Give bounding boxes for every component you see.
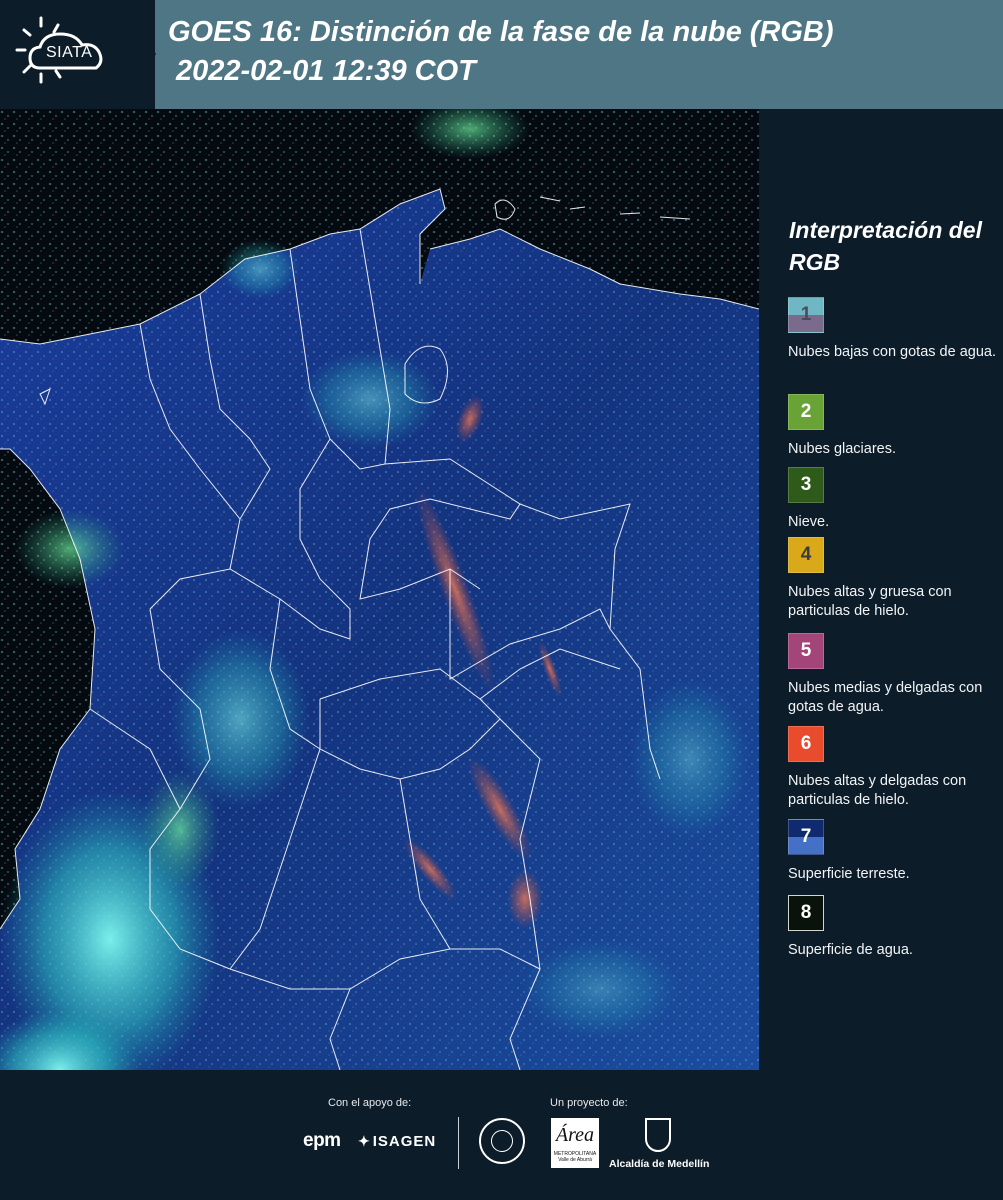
satellite-map[interactable] xyxy=(0,109,759,1070)
legend-desc-4: Nubes altas y gruesa con particulas de h… xyxy=(788,584,952,619)
siata-logo[interactable]: SIATA xyxy=(0,0,156,109)
legend-item-8: 8 Superficie de agua. xyxy=(788,895,1000,960)
footer-bar: Con el apoyo de: Un proyecto de: epm ✦ IS… xyxy=(0,1070,1003,1200)
legend-swatch-1: 1 xyxy=(788,297,824,333)
alcaldia-label: Alcaldía de Medellín xyxy=(609,1158,710,1170)
legend-desc-2: Nubes glaciares. xyxy=(788,441,896,457)
page-title: GOES 16: Distinción de la fase de la nub… xyxy=(168,16,834,48)
rgb-composite-image xyxy=(0,109,759,1070)
legend-item-1: 1 Nubes bajas con gotas de agua. xyxy=(788,297,1000,362)
legend-panel: Interpretación del RGB 1 Nubes bajas con… xyxy=(759,109,1003,1070)
legend-swatch-5: 5 xyxy=(788,633,824,669)
legend-swatch-6: 6 xyxy=(788,726,824,762)
isagen-logo[interactable]: ✦ ISAGEN xyxy=(358,1133,436,1150)
legend-number-7: 7 xyxy=(800,826,812,847)
legend-item-6: 6 Nubes altas y delgadas con particulas … xyxy=(788,726,1000,810)
legend-number-6: 6 xyxy=(800,733,812,754)
legend-desc-8: Superficie de agua. xyxy=(788,942,913,958)
isagen-mark-icon: ✦ xyxy=(358,1133,371,1149)
legend-desc-5: Nubes medias y delgadas con gotas de agu… xyxy=(788,680,983,715)
epm-logo[interactable]: epm xyxy=(303,1130,341,1152)
university-seal-icon[interactable] xyxy=(479,1118,525,1164)
area-metropolitana-logo[interactable]: Área METROPOLITANA Valle de Aburrá xyxy=(551,1118,599,1168)
support-label: Con el apoyo de: xyxy=(328,1097,412,1109)
legend-swatch-3: 3 xyxy=(788,467,824,503)
legend-number-8: 8 xyxy=(800,902,812,923)
legend-item-7: 7 Superficie terreste. xyxy=(788,819,1000,884)
legend-item-5: 5 Nubes medias y delgadas con gotas de a… xyxy=(788,633,1000,717)
legend-number-1: 1 xyxy=(800,304,812,325)
legend-item-4: 4 Nubes altas y gruesa con particulas de… xyxy=(788,537,1000,621)
isagen-label: ISAGEN xyxy=(372,1133,437,1150)
area-logo-text: Área xyxy=(555,1124,595,1146)
legend-item-2: 2 Nubes glaciares. xyxy=(788,394,1000,459)
area-logo-subtitle: METROPOLITANA Valle de Aburrá xyxy=(553,1151,597,1163)
legend-swatch-2: 2 xyxy=(788,394,824,430)
logo-text: SIATA xyxy=(46,44,93,61)
legend-title: Interpretación del RGB xyxy=(789,217,982,275)
page-timestamp: 2022-02-01 12:39 COT xyxy=(176,55,476,87)
logo-arrow xyxy=(120,0,156,108)
legend-number-4: 4 xyxy=(800,544,812,565)
legend-swatch-4: 4 xyxy=(788,537,824,573)
header-bar: SIATA GOES 16: Distinción de la fase de … xyxy=(0,0,1003,109)
legend-number-5: 5 xyxy=(800,640,812,661)
legend-swatch-7: 7 xyxy=(788,819,824,855)
legend-number-2: 2 xyxy=(800,401,812,422)
footer-divider xyxy=(458,1117,459,1169)
medellin-shield-icon[interactable] xyxy=(645,1118,671,1152)
legend-desc-6: Nubes altas y delgadas con particulas de… xyxy=(788,773,967,808)
legend-desc-1: Nubes bajas con gotas de agua. xyxy=(788,344,996,360)
legend-swatch-8: 8 xyxy=(788,895,824,931)
legend-number-3: 3 xyxy=(800,474,812,495)
legend-desc-7: Superficie terreste. xyxy=(788,866,910,882)
legend-desc-3: Nieve. xyxy=(788,514,830,530)
project-label: Un proyecto de: xyxy=(550,1097,628,1109)
legend-item-3: 3 Nieve. xyxy=(788,467,1000,532)
